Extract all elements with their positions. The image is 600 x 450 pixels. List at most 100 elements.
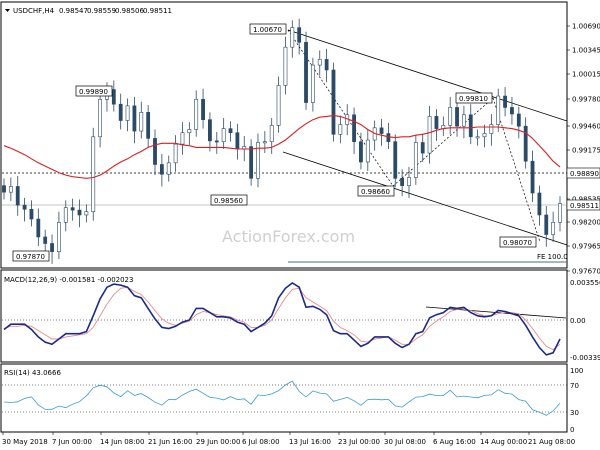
candle-body	[84, 211, 89, 216]
x-tick-label: 23 Jul 00:00	[338, 438, 380, 446]
candle-body	[516, 113, 521, 127]
candle-body	[427, 116, 432, 154]
rsi-label: RSI(14) 43.0666	[4, 369, 61, 377]
watermark: ActionForex.com	[222, 227, 355, 246]
rsi-tick-0: 0	[570, 426, 574, 434]
macd-label: MACD(12,26,9) -0.001581 -0.002023	[4, 276, 133, 284]
candle-body	[359, 141, 363, 163]
price-tick-label: 0.97965	[572, 243, 600, 251]
macd-tick-zero: 0.00	[570, 317, 586, 325]
price-tick-label: 0.97670	[572, 268, 600, 276]
candle-body	[221, 128, 226, 142]
candle-body	[50, 243, 54, 252]
x-axis-group: 30 May 2018 7 Jun 00:00 14 Jun 08:00 21 Jun…	[2, 432, 575, 446]
candle-body	[98, 99, 102, 138]
candle-body	[331, 69, 336, 135]
price-annotation-text: 0.99890	[79, 88, 108, 96]
price-annotation-text: 0.99810	[459, 95, 488, 103]
candle-body	[290, 27, 295, 48]
candle-body	[558, 203, 562, 223]
candle-body	[365, 139, 370, 163]
price-annotation: 0.98660	[357, 185, 395, 197]
candle-body	[324, 59, 329, 71]
candle	[304, 31, 308, 110]
candle-body	[393, 141, 398, 179]
x-tick-label: 30 May 2018	[2, 438, 48, 446]
candle-body	[249, 146, 254, 179]
candle-body	[283, 46, 288, 86]
price-annotation-text: 0.97870	[16, 253, 45, 261]
candle-body	[413, 142, 418, 178]
candle-body	[523, 125, 528, 162]
current-price-tag: 0.98511	[566, 199, 600, 211]
candle-body	[173, 143, 178, 164]
symbol-label: USDCHF,H4	[13, 7, 55, 15]
candle-body	[15, 186, 20, 206]
chart-svg: ActionForex.com USDCHF,H4 0.98547 0.9855…	[0, 1, 600, 446]
price-ticks-group: 1.00690 1.00345 1.00015 0.99780 0.99460 0.991…	[567, 23, 600, 276]
candle-body	[448, 107, 453, 126]
x-tick-label: 7 Jun 00:00	[52, 438, 92, 446]
current-price-tag-text: 0.98511	[570, 202, 599, 210]
price-tick-label: 0.99460	[572, 123, 600, 131]
candle-body	[194, 99, 199, 130]
level-tag: 0.98890	[566, 167, 600, 179]
candle-body	[2, 185, 6, 193]
chart-root: ActionForex.com USDCHF,H4 0.98547 0.9855…	[0, 0, 600, 450]
x-tick-label: 14 Aug 00:00	[480, 438, 527, 446]
x-tick-label: 14 Jun 08:00	[100, 438, 144, 446]
candle-body	[544, 214, 549, 235]
candle-body	[63, 207, 68, 223]
candle-body	[352, 114, 356, 142]
rsi-tick-100: 100	[570, 367, 583, 375]
candle	[413, 135, 418, 185]
price-annotation: 1.00670	[249, 23, 287, 35]
candle-body	[489, 124, 494, 134]
candle-body	[111, 89, 116, 105]
candle-body	[201, 99, 205, 120]
ohlc-high: 0.98559	[87, 7, 116, 15]
price-annotation: 0.98560	[210, 194, 248, 206]
chart-header: USDCHF,H4 0.98547 0.98559 0.98506 0.9851…	[5, 7, 172, 15]
price-annotation-text: 0.98560	[214, 197, 243, 205]
price-annotation-text: 0.98660	[361, 188, 390, 196]
candle-body	[57, 222, 61, 252]
candle-body	[297, 27, 302, 43]
candle-body	[146, 112, 151, 139]
candle-body	[537, 192, 542, 216]
price-annotation: 0.99890	[75, 85, 113, 97]
x-tick-label: 30 Jul 08:00	[384, 438, 426, 446]
x-tick-label: 21 Jun 16:00	[148, 438, 192, 446]
candle-body	[462, 114, 466, 127]
candle-body	[434, 116, 439, 129]
fib-extension-label: FE 100.0	[537, 253, 568, 261]
price-tick-label: 0.99780	[572, 96, 600, 104]
candle-body	[214, 140, 219, 143]
candle-body	[159, 164, 164, 175]
candle-body	[208, 119, 212, 142]
x-tick-label: 6 Jul 08:00	[242, 438, 280, 446]
candle-body	[310, 64, 315, 103]
x-tick-label: 21 Aug 08:00	[528, 438, 575, 446]
price-annotation: 0.98070	[499, 236, 537, 248]
candle-body	[22, 204, 27, 210]
candle-body	[276, 85, 281, 126]
candle-body	[475, 136, 480, 139]
candle-body	[551, 222, 556, 235]
candle-body	[317, 59, 322, 66]
candle-body	[269, 125, 274, 142]
x-tick-label: 13 Jul 16:00	[289, 438, 331, 446]
price-annotation-text: 0.98070	[503, 239, 532, 247]
price-tick-label: 0.99175	[572, 147, 600, 155]
candle-body	[166, 162, 171, 175]
candle-body	[29, 208, 34, 220]
candle	[91, 127, 96, 221]
macd-tick-top: 0.003556	[570, 279, 600, 287]
candle-body	[125, 105, 130, 121]
candle-body	[455, 107, 459, 127]
candle-body	[407, 177, 411, 186]
candle-body	[187, 129, 192, 134]
candle-body	[235, 132, 240, 150]
candle-body	[468, 114, 473, 138]
candle-body	[139, 112, 144, 132]
